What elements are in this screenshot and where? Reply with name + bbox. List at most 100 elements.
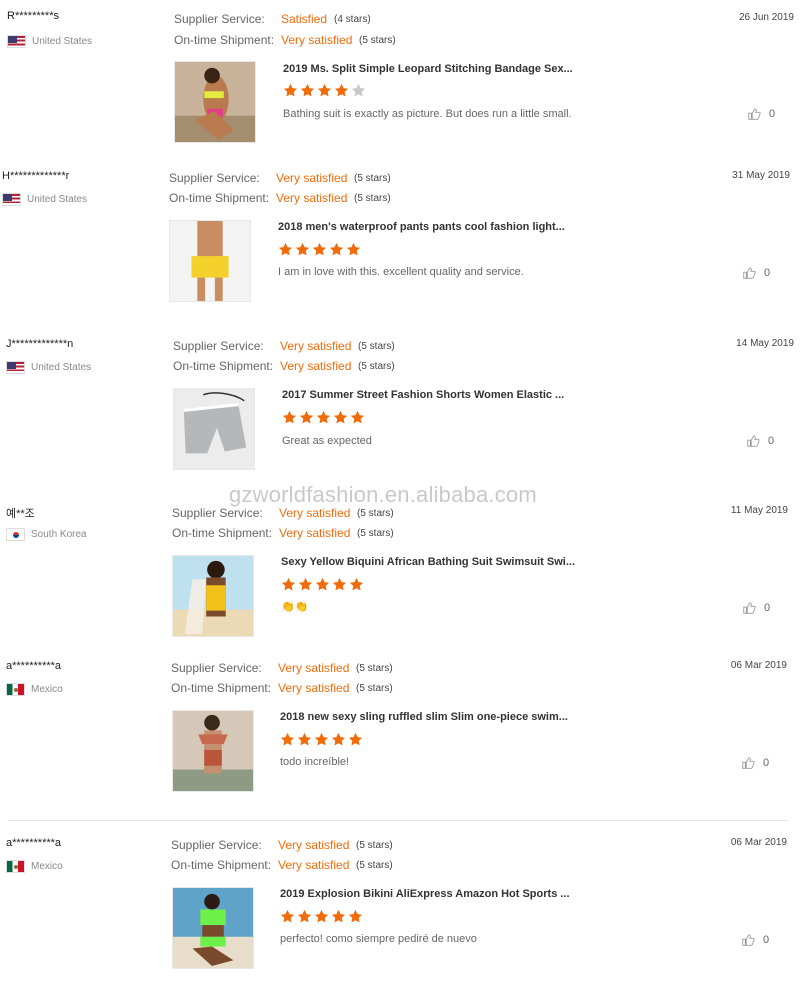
review-card: R*********s United States Supplier Servi… — [0, 10, 800, 170]
review-date: 14 May 2019 — [736, 338, 794, 349]
reviewer-name: H*************r — [2, 170, 70, 182]
supplier-service-label: Supplier Service: — [173, 339, 264, 353]
star-filled-icon — [349, 577, 364, 591]
supplier-service-rating: Very satisfied — [276, 171, 348, 185]
thumbs-up-icon — [742, 757, 755, 769]
ontime-shipment-rating: Very satisfied — [280, 359, 352, 373]
product-thumbnail[interactable] — [172, 555, 254, 637]
reviewer-name: R*********s — [7, 10, 59, 22]
ontime-shipment-label: On-time Shipment: — [171, 858, 272, 872]
supplier-service-label: Supplier Service: — [171, 661, 262, 675]
like-count: 0 — [764, 602, 771, 614]
product-image — [170, 221, 250, 301]
star-filled-icon — [278, 242, 293, 256]
supplier-service-rating: Very satisfied — [278, 838, 350, 852]
kr-flag-icon — [6, 528, 25, 541]
ontime-shipment-label: On-time Shipment: — [169, 191, 270, 205]
ontime-shipment-label: On-time Shipment: — [174, 33, 275, 47]
product-title-link[interactable]: 2018 men's waterproof pants pants cool f… — [278, 221, 565, 233]
reviewer-name: a**********a — [6, 660, 62, 672]
supplier-service-stars: (5 stars) — [358, 341, 395, 352]
ontime-shipment-rating: Very satisfied — [278, 858, 350, 872]
ontime-shipment-rating: Very satisfied — [276, 191, 348, 205]
thumbs-up-icon — [748, 108, 761, 120]
product-thumbnail[interactable] — [169, 220, 251, 302]
like-count: 0 — [764, 267, 771, 279]
reviewer-name: 예**조 — [6, 508, 35, 520]
product-title-link[interactable]: 2019 Explosion Bikini AliExpress Amazon … — [280, 888, 570, 900]
product-image — [174, 389, 254, 469]
rating-stars — [280, 909, 363, 924]
reviewer-country: United States — [2, 193, 87, 206]
like-button[interactable]: 0 — [742, 266, 770, 280]
star-empty-icon — [351, 83, 366, 97]
star-filled-icon — [329, 242, 344, 256]
ontime-shipment-label: On-time Shipment: — [172, 526, 273, 540]
reviewer-country: Mexico — [6, 860, 63, 873]
star-filled-icon — [312, 242, 327, 256]
like-button[interactable]: 0 — [746, 434, 774, 448]
like-count: 0 — [768, 435, 775, 447]
star-filled-icon — [299, 410, 314, 424]
reviewer-country: United States — [7, 35, 92, 48]
like-button[interactable]: 0 — [741, 756, 769, 770]
star-filled-icon — [350, 410, 365, 424]
product-thumbnail[interactable] — [174, 61, 256, 143]
review-date: 26 Jun 2019 — [738, 12, 794, 23]
supplier-service-label: Supplier Service: — [171, 838, 262, 852]
rating-stars — [282, 410, 365, 425]
review-date: 11 May 2019 — [730, 505, 788, 516]
product-title-link[interactable]: 2019 Ms. Split Simple Leopard Stitching … — [283, 63, 573, 75]
thumbs-up-icon — [743, 602, 756, 614]
supplier-service-stars: (5 stars) — [356, 663, 393, 674]
star-filled-icon — [297, 909, 312, 923]
product-title-link[interactable]: 2017 Summer Street Fashion Shorts Women … — [282, 389, 564, 401]
star-filled-icon — [334, 83, 349, 97]
country-label: South Korea — [31, 529, 87, 540]
product-image — [173, 556, 253, 636]
product-title-link[interactable]: Sexy Yellow Biquini African Bathing Suit… — [281, 556, 575, 568]
star-filled-icon — [348, 909, 363, 923]
star-filled-icon — [298, 577, 313, 591]
rating-stars — [280, 732, 363, 747]
ontime-shipment-rating: Very satisfied — [281, 33, 353, 47]
review-card: a**********a Mexico Supplier Service: Ve… — [0, 660, 800, 820]
ontime-shipment-stars: (5 stars) — [356, 860, 393, 871]
supplier-service-stars: (4 stars) — [334, 14, 371, 25]
mx-flag-icon — [6, 683, 25, 696]
product-thumbnail[interactable] — [172, 887, 254, 969]
star-filled-icon — [281, 577, 296, 591]
country-label: Mexico — [31, 684, 63, 695]
star-filled-icon — [314, 909, 329, 923]
like-button[interactable]: 0 — [742, 601, 770, 615]
ontime-shipment-rating: Very satisfied — [279, 526, 351, 540]
star-filled-icon — [346, 242, 361, 256]
star-filled-icon — [315, 577, 330, 591]
us-flag-icon — [6, 361, 25, 374]
ontime-shipment-rating: Very satisfied — [278, 681, 350, 695]
like-button[interactable]: 0 — [747, 107, 775, 121]
mx-flag-icon — [6, 860, 25, 873]
reviewer-country: Mexico — [6, 683, 63, 696]
product-title-link[interactable]: 2018 new sexy sling ruffled slim Slim on… — [280, 711, 568, 723]
like-button[interactable]: 0 — [741, 933, 769, 947]
star-filled-icon — [283, 83, 298, 97]
review-date: 06 Mar 2019 — [730, 837, 787, 848]
star-filled-icon — [297, 732, 312, 746]
star-filled-icon — [280, 732, 295, 746]
ontime-shipment-stars: (5 stars) — [354, 193, 391, 204]
country-label: United States — [27, 194, 88, 205]
review-card: a**********a Mexico Supplier Service: Ve… — [0, 837, 800, 997]
reviewer-name: a**********a — [6, 837, 62, 849]
review-card: H*************r United States Supplier S… — [0, 170, 800, 330]
product-image — [173, 711, 253, 791]
supplier-service-rating: Very satisfied — [280, 339, 352, 353]
product-thumbnail[interactable] — [173, 388, 255, 470]
review-card: J*************n United States Supplier S… — [0, 338, 800, 498]
product-thumbnail[interactable] — [172, 710, 254, 792]
us-flag-icon — [2, 193, 21, 206]
ontime-shipment-stars: (5 stars) — [356, 683, 393, 694]
star-filled-icon — [331, 732, 346, 746]
reviewer-country: South Korea — [6, 528, 87, 541]
star-filled-icon — [300, 83, 315, 97]
